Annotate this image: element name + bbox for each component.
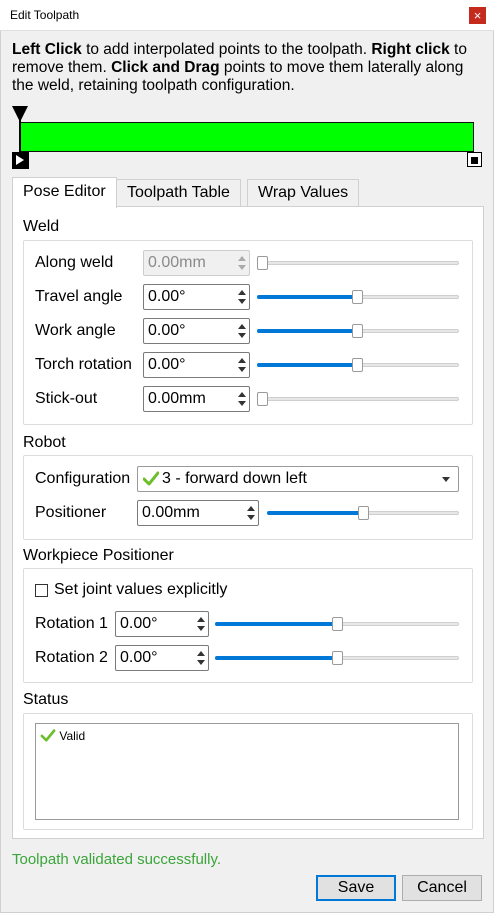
torch-rotation-spinbox[interactable]: 0.00° — [143, 352, 250, 378]
along-weld-row: Along weld 0.00mm — [35, 250, 460, 276]
status-item-text: Valid — [59, 729, 86, 743]
along-weld-label: Along weld — [35, 254, 114, 271]
along-weld-value: 0.00mm — [148, 254, 206, 271]
stick-out-row: Stick-out 0.00mm — [35, 386, 460, 412]
work-angle-value[interactable]: 0.00° — [148, 322, 186, 340]
rotation-1-label: Rotation 1 — [35, 615, 108, 632]
torch-rotation-row: Torch rotation 0.00° — [35, 352, 460, 378]
close-button[interactable]: × — [469, 7, 486, 24]
tab-toolpath-table[interactable]: Toolpath Table — [116, 179, 241, 207]
rotation-2-slider[interactable] — [215, 645, 459, 671]
along-weld-spinbox: 0.00mm — [143, 250, 250, 276]
slider-thumb — [257, 256, 268, 270]
pose-editor-panel: Weld Along weld 0.00mm Travel angle 0.00… — [12, 206, 484, 839]
travel-angle-slider[interactable] — [257, 284, 459, 310]
stick-out-label: Stick-out — [35, 390, 98, 407]
slider-thumb[interactable] — [352, 290, 363, 304]
status-list[interactable]: Valid — [35, 723, 459, 820]
instructions-emphasis: Right click — [371, 41, 450, 58]
slider-thumb[interactable] — [332, 617, 343, 631]
slider-thumb[interactable] — [332, 651, 343, 665]
instructions-emphasis: Click and Drag — [111, 59, 220, 76]
window-title: Edit Toolpath — [10, 8, 80, 22]
toolpath-timeline[interactable] — [12, 106, 484, 172]
weld-section-title: Weld — [23, 218, 60, 235]
torch-rotation-value[interactable]: 0.00° — [148, 356, 186, 374]
start-point-icon[interactable] — [12, 152, 29, 169]
configuration-label: Configuration — [35, 470, 131, 487]
cancel-button[interactable]: Cancel — [402, 875, 482, 901]
travel-angle-label: Travel angle — [35, 288, 123, 305]
positioner-row: Positioner 0.00mm — [35, 500, 460, 526]
tab-wrap-values[interactable]: Wrap Values — [247, 179, 360, 207]
rotation-1-value[interactable]: 0.00° — [120, 615, 158, 633]
work-angle-spinbox[interactable]: 0.00° — [143, 318, 250, 344]
instructions-emphasis: Left Click — [12, 41, 82, 58]
slider-thumb[interactable] — [352, 358, 363, 372]
slider-thumb[interactable] — [257, 392, 268, 406]
spin-arrows-icon[interactable] — [235, 285, 249, 309]
spin-arrows-icon[interactable] — [235, 353, 249, 377]
robot-section-title: Robot — [23, 434, 66, 451]
configuration-value[interactable]: 3 - forward down left — [162, 470, 307, 488]
spin-arrows-icon[interactable] — [194, 646, 208, 670]
spin-arrows-icon[interactable] — [235, 319, 249, 343]
work-angle-slider[interactable] — [257, 318, 459, 344]
check-icon — [143, 471, 159, 486]
rotation-2-label: Rotation 2 — [35, 649, 108, 666]
set-joint-values-label[interactable]: Set joint values explicitly — [54, 581, 227, 599]
current-position-marker-icon[interactable] — [12, 106, 28, 122]
slider-thumb[interactable] — [358, 506, 369, 520]
rotation-2-row: Rotation 2 0.00° — [35, 645, 460, 671]
positioner-label: Positioner — [35, 504, 107, 521]
rotation-1-spinbox[interactable]: 0.00° — [115, 611, 209, 637]
check-icon — [40, 729, 56, 742]
stick-out-spinbox[interactable]: 0.00mm — [143, 386, 250, 412]
instructions-part: to add interpolated points to the toolpa… — [81, 41, 372, 58]
travel-angle-value[interactable]: 0.00° — [148, 288, 186, 306]
rotation-2-value[interactable]: 0.00° — [120, 649, 158, 667]
stick-out-value[interactable]: 0.00mm — [148, 390, 206, 408]
work-angle-row: Work angle 0.00° — [35, 318, 460, 344]
rotation-1-slider[interactable] — [215, 611, 459, 637]
spin-arrows-icon[interactable] — [235, 387, 249, 411]
tab-pose-editor[interactable]: Pose Editor — [12, 177, 117, 208]
travel-angle-row: Travel angle 0.00° — [35, 284, 460, 310]
spin-arrows-icon[interactable] — [194, 612, 208, 636]
travel-angle-spinbox[interactable]: 0.00° — [143, 284, 250, 310]
tab-bar: Pose Editor Toolpath Table Wrap Values — [12, 177, 484, 208]
end-point-icon[interactable] — [467, 152, 482, 167]
configuration-dropdown[interactable]: 3 - forward down left — [137, 466, 459, 492]
spin-arrows-icon — [235, 251, 249, 275]
rotation-1-row: Rotation 1 0.00° — [35, 611, 460, 637]
rotation-2-spinbox[interactable]: 0.00° — [115, 645, 209, 671]
save-button[interactable]: Save — [316, 875, 396, 901]
torch-rotation-slider[interactable] — [257, 352, 459, 378]
stick-out-slider[interactable] — [257, 386, 459, 412]
positioner-value[interactable]: 0.00mm — [142, 504, 200, 522]
positioner-slider[interactable] — [267, 500, 459, 526]
slider-thumb[interactable] — [352, 324, 363, 338]
set-joint-values-checkbox[interactable] — [35, 584, 48, 597]
along-weld-slider — [257, 250, 459, 276]
configuration-row: Configuration 3 - forward down left — [35, 466, 460, 492]
positioner-spinbox[interactable]: 0.00mm — [137, 500, 259, 526]
toolpath-bar[interactable] — [20, 122, 474, 152]
chevron-down-icon[interactable] — [442, 477, 450, 482]
validation-message: Toolpath validated successfully. — [12, 851, 222, 868]
instructions-text: Left Click to add interpolated points to… — [12, 41, 484, 95]
status-item[interactable]: Valid — [40, 728, 85, 743]
title-bar: Edit Toolpath × — [0, 0, 494, 31]
work-angle-label: Work angle — [35, 322, 116, 339]
spin-arrows-icon[interactable] — [244, 501, 258, 525]
torch-rotation-label: Torch rotation — [35, 356, 132, 373]
workpiece-section-title: Workpiece Positioner — [23, 547, 174, 564]
status-section-title: Status — [23, 691, 69, 708]
